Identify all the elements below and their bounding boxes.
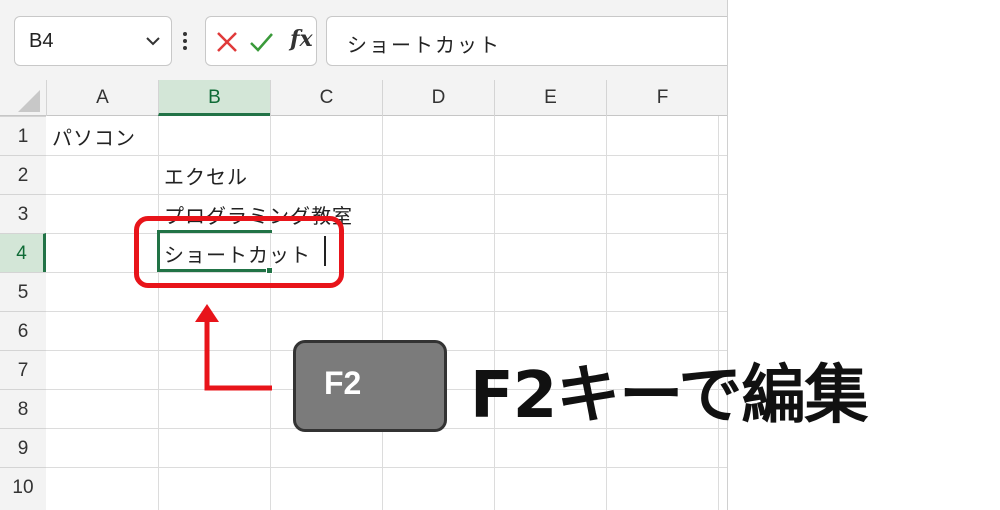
highlight-box [134, 216, 344, 288]
formula-input-value: ショートカット [347, 33, 501, 57]
grid-line [382, 116, 383, 510]
grid-line [606, 116, 607, 510]
enter-check-icon[interactable] [248, 29, 274, 55]
grid-line [494, 116, 495, 510]
row-header-6[interactable]: 6 [0, 311, 46, 350]
column-header-c[interactable]: C [270, 80, 382, 116]
formula-input[interactable]: ショートカット [326, 16, 727, 66]
grid-line [158, 116, 159, 510]
formula-buttons: fx [205, 16, 317, 66]
grid-line [270, 116, 271, 510]
cancel-icon[interactable] [214, 29, 240, 55]
cell-b2[interactable]: エクセル [164, 161, 248, 190]
name-box[interactable]: B4 [14, 16, 172, 66]
cell-grid[interactable] [46, 116, 727, 510]
select-all-corner[interactable] [0, 80, 46, 116]
row-header-3[interactable]: 3 [0, 194, 46, 233]
row-header-1[interactable]: 1 [0, 116, 46, 155]
caption-text: F2キーで編集 [470, 359, 868, 433]
column-header-a[interactable]: A [46, 80, 158, 116]
column-header-f[interactable]: F [606, 80, 718, 116]
column-header-d[interactable]: D [382, 80, 494, 116]
grid-line [718, 116, 719, 510]
column-header-e[interactable]: E [494, 80, 606, 116]
row-header-10[interactable]: 10 [0, 467, 46, 506]
row-headers: 1 2 3 4 5 6 7 8 9 10 [0, 116, 46, 510]
row-header-5[interactable]: 5 [0, 272, 46, 311]
name-box-value: B4 [29, 30, 54, 52]
f2-key-label: F2 [324, 365, 362, 401]
grid-line [46, 311, 727, 312]
row-header-8[interactable]: 8 [0, 389, 46, 428]
more-options-icon[interactable] [181, 30, 189, 52]
column-header-b[interactable]: B [158, 80, 270, 116]
row-header-7[interactable]: 7 [0, 350, 46, 389]
f2-key-graphic: F2 [293, 340, 447, 432]
grid-line [46, 155, 727, 156]
grid-line [46, 194, 727, 195]
formula-bar: B4 fx ショートカット [0, 0, 727, 80]
row-header-2[interactable]: 2 [0, 155, 46, 194]
grid-line [46, 467, 727, 468]
chevron-down-icon[interactable] [145, 33, 161, 49]
row-header-4[interactable]: 4 [0, 233, 46, 272]
row-header-9[interactable]: 9 [0, 428, 46, 467]
insert-function-button[interactable]: fx [290, 26, 313, 52]
cell-a1[interactable]: パソコン [52, 122, 136, 151]
column-headers: A B C D E F [0, 80, 727, 116]
